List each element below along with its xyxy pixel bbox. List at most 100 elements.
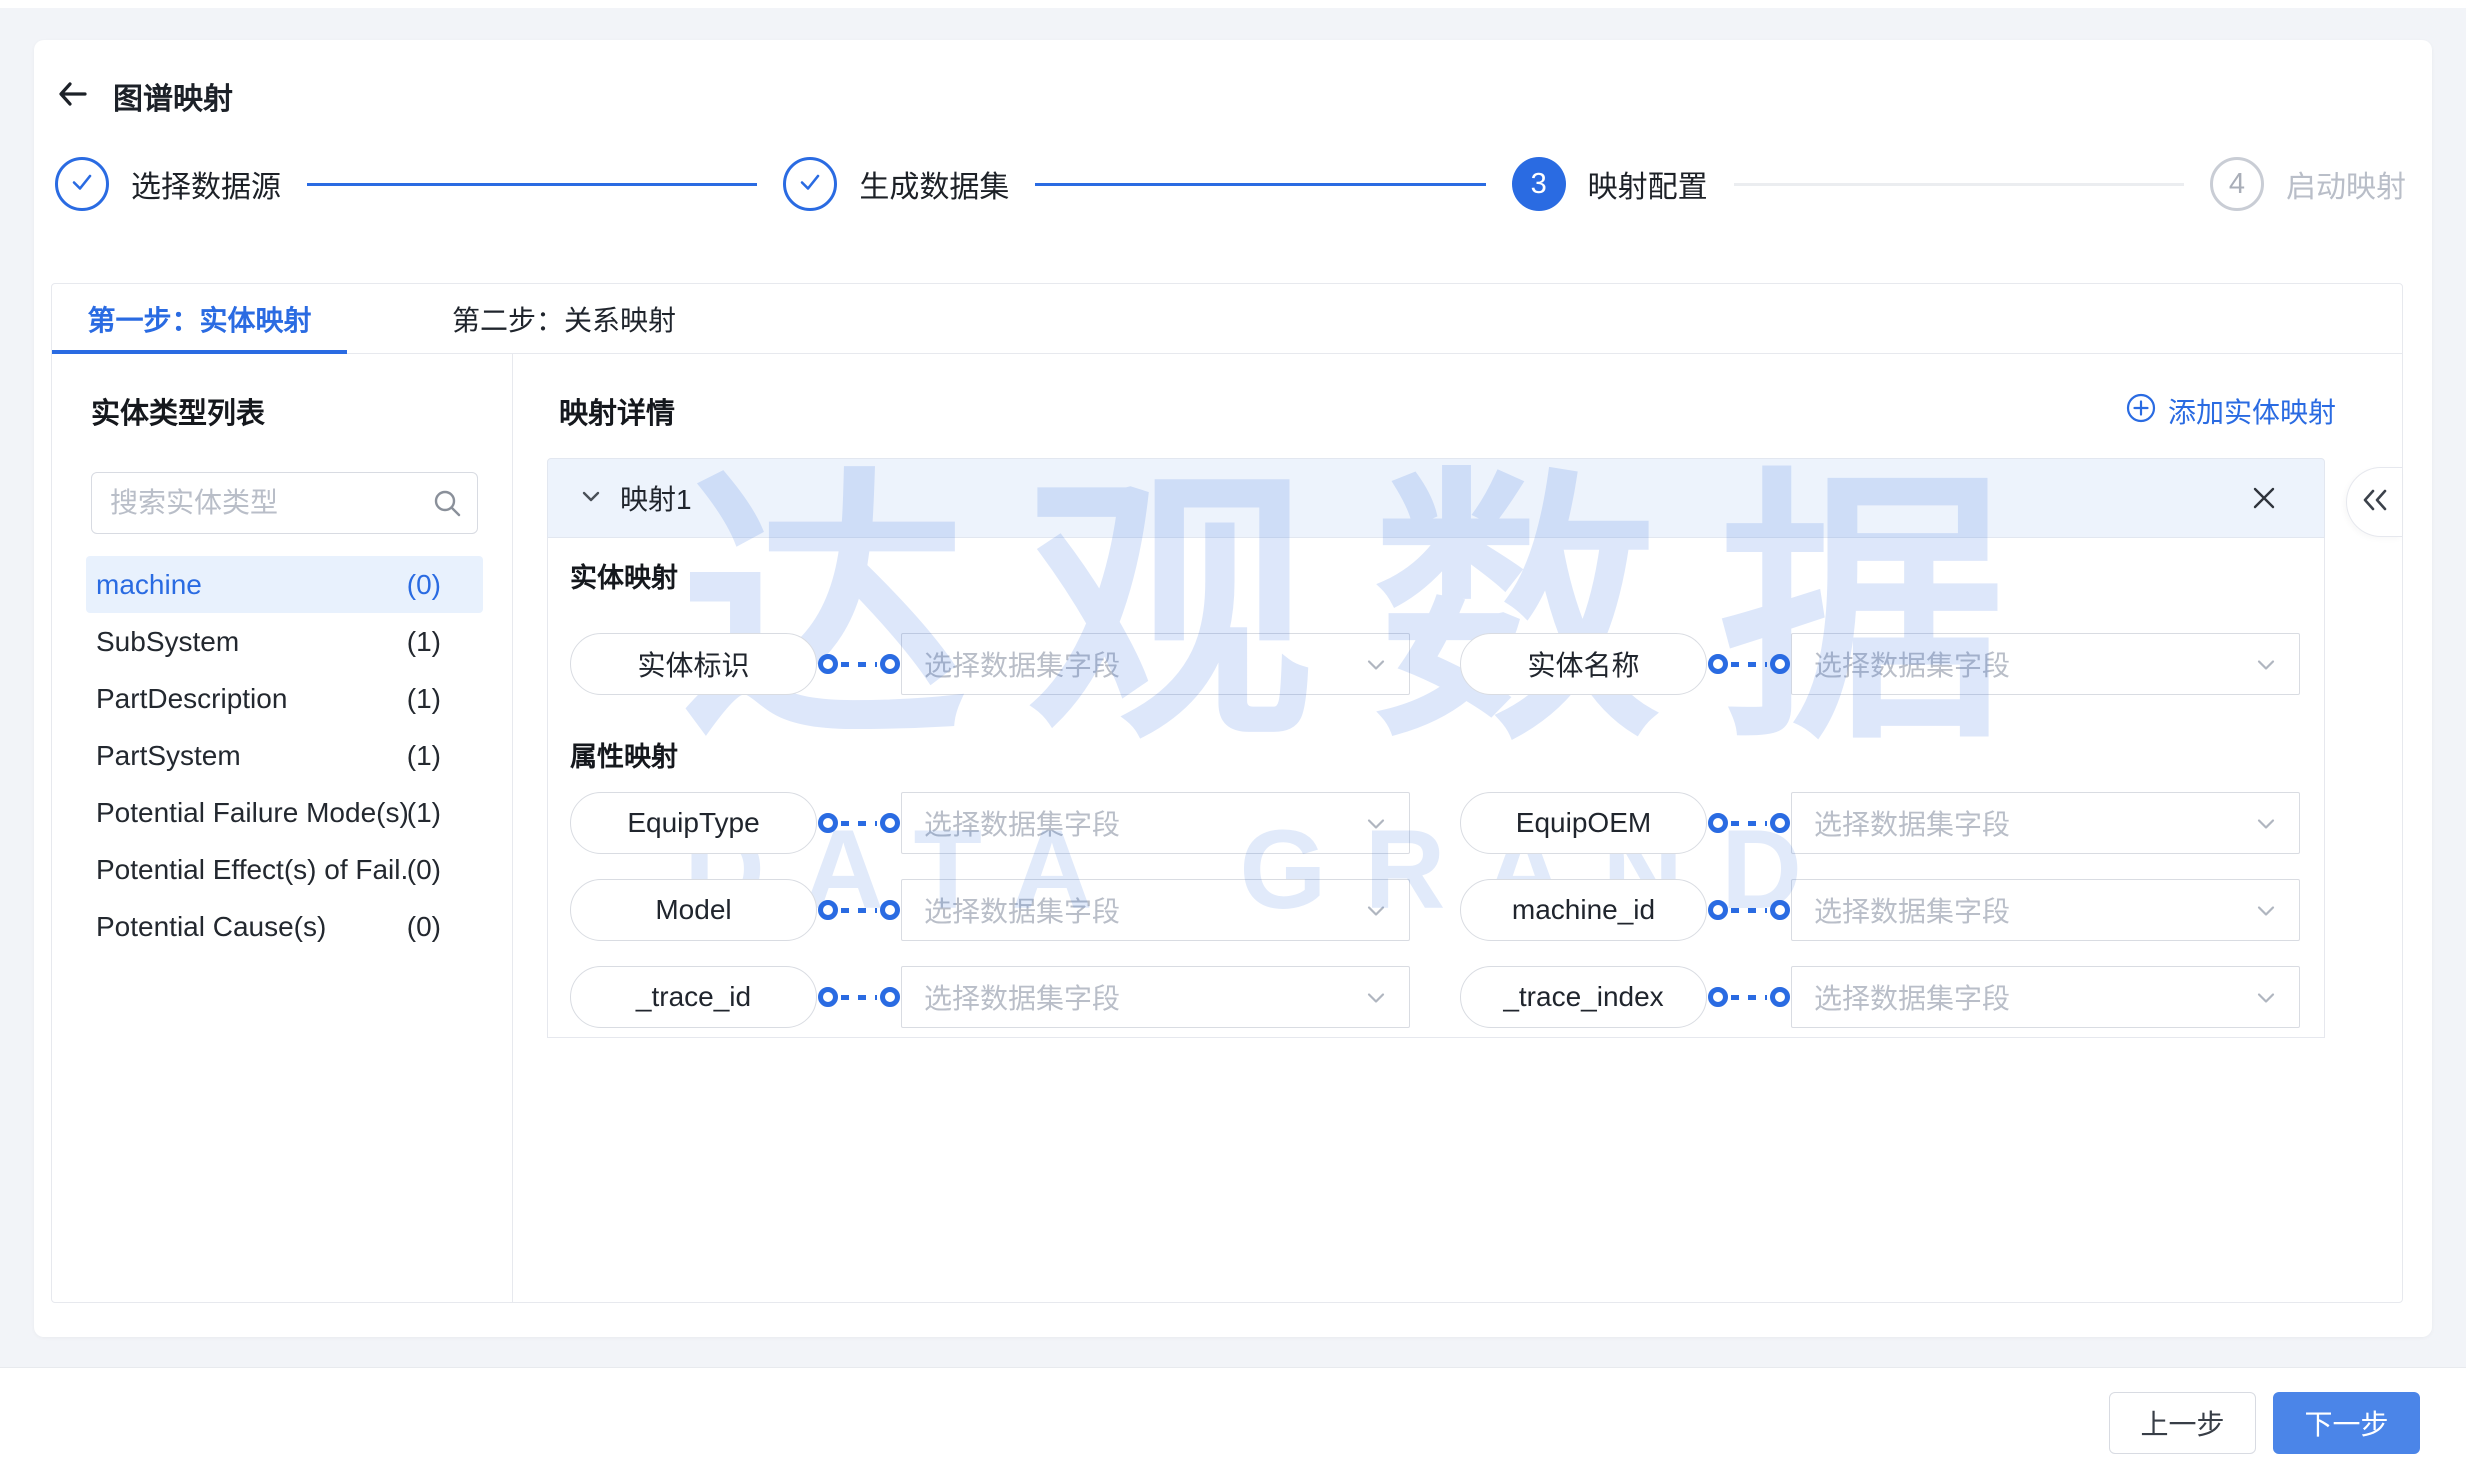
chevron-down-icon: [1363, 898, 1389, 929]
mapping-pair: EquipType 选择数据集字段: [570, 792, 1410, 854]
mapping-pair: 实体名称 选择数据集字段: [1460, 633, 2300, 695]
field-pill-entity-name: 实体名称: [1460, 633, 1707, 695]
item-count: (0): [407, 569, 441, 601]
chevron-down-icon[interactable]: [578, 483, 604, 514]
dataset-field-select[interactable]: 选择数据集字段: [901, 966, 1410, 1028]
footer-bar: 上一步 下一步: [0, 1367, 2466, 1478]
select-placeholder: 选择数据集字段: [1814, 803, 2010, 843]
item-count: (0): [407, 911, 441, 943]
mapping-pair: Model 选择数据集字段: [570, 879, 1410, 941]
mapping-connector: [818, 900, 900, 920]
tab-entity-mapping[interactable]: 第一步：实体映射: [52, 284, 347, 353]
chevron-down-icon: [2253, 652, 2279, 683]
list-item-subsystem[interactable]: SubSystem (1): [86, 613, 483, 670]
stepper: 选择数据源 生成数据集 3 映射配置 4 启动映射: [34, 156, 2432, 212]
mapping-panel-1: 映射1 实体映射 实体标识 选择数据集字段: [547, 458, 2325, 1038]
next-step-button[interactable]: 下一步: [2273, 1392, 2420, 1454]
item-count: (1): [407, 626, 441, 658]
step-3-circle: 3: [1512, 157, 1566, 211]
step-1-circle: [55, 157, 109, 211]
step-2-circle: [783, 157, 837, 211]
mapping-detail-area: 达观数据 DATA GRAND 映射详情 添加实体映射: [513, 354, 2402, 1302]
mapping-row-attr-3: _trace_id 选择数据集字段 _trace_index: [570, 966, 2300, 1028]
step-3-number: 3: [1531, 168, 1547, 201]
mapping-connector: [818, 813, 900, 833]
list-item-partdescription[interactable]: PartDescription (1): [86, 670, 483, 727]
item-count: (1): [407, 740, 441, 772]
mapping-pair: machine_id 选择数据集字段: [1460, 879, 2300, 941]
list-item-partsystem[interactable]: PartSystem (1): [86, 727, 483, 784]
mapping-row-attr-2: Model 选择数据集字段 machine_id: [570, 879, 2300, 941]
close-icon[interactable]: [2250, 484, 2278, 512]
mapping-panel-header[interactable]: 映射1: [547, 458, 2325, 538]
list-item-potential-causes[interactable]: Potential Cause(s) (0): [86, 898, 483, 955]
step-1-label: 选择数据源: [131, 162, 281, 206]
mapping-pair: _trace_index 选择数据集字段: [1460, 966, 2300, 1028]
list-item-potential-effects[interactable]: Potential Effect(s) of Fail... (0): [86, 841, 483, 898]
entity-type-list: machine (0) SubSystem (1) PartDescriptio…: [86, 556, 483, 955]
chevron-down-icon: [2253, 811, 2279, 842]
select-placeholder: 选择数据集字段: [1814, 644, 2010, 684]
main-header: 映射详情 添加实体映射: [513, 354, 2402, 432]
mapping-pair: 实体标识 选择数据集字段: [570, 633, 1410, 695]
top-strip: [0, 0, 2466, 8]
dataset-field-select[interactable]: 选择数据集字段: [1791, 792, 2300, 854]
dataset-field-select[interactable]: 选择数据集字段: [1791, 633, 2300, 695]
mapping-connector: [1708, 900, 1790, 920]
search-input[interactable]: [91, 472, 478, 534]
mapping-connector: [818, 987, 900, 1007]
mapping-row-attr-1: EquipType 选择数据集字段 EquipOEM: [570, 792, 2300, 854]
field-pill-trace-index: _trace_index: [1460, 966, 1707, 1028]
mapping-connector: [1708, 813, 1790, 833]
select-placeholder: 选择数据集字段: [924, 977, 1120, 1017]
field-pill-equipoem: EquipOEM: [1460, 792, 1707, 854]
dataset-field-select[interactable]: 选择数据集字段: [901, 792, 1410, 854]
dataset-field-select[interactable]: 选择数据集字段: [901, 633, 1410, 695]
field-pill-entity-id: 实体标识: [570, 633, 817, 695]
chevron-down-icon: [1363, 652, 1389, 683]
search-icon: [432, 488, 462, 523]
content-row: 实体类型列表 machine (0) SubSystem (1): [52, 354, 2402, 1302]
select-placeholder: 选择数据集字段: [924, 803, 1120, 843]
step-2: 生成数据集: [783, 157, 1009, 211]
field-pill-equiptype: EquipType: [570, 792, 817, 854]
tab-relation-mapping[interactable]: 第二步：关系映射: [452, 284, 676, 353]
mapping-connector: [818, 654, 900, 674]
mapping-pair: EquipOEM 选择数据集字段: [1460, 792, 2300, 854]
step-1: 选择数据源: [55, 157, 281, 211]
step-2-label: 生成数据集: [859, 162, 1009, 206]
step-4-number: 4: [2229, 168, 2245, 201]
collapse-panel-button[interactable]: [2346, 467, 2402, 537]
mapping-panel-title: 映射1: [620, 478, 692, 518]
dataset-field-select[interactable]: 选择数据集字段: [901, 879, 1410, 941]
item-name: machine: [96, 569, 202, 601]
dataset-field-select[interactable]: 选择数据集字段: [1791, 966, 2300, 1028]
chevron-down-icon: [1363, 811, 1389, 842]
plus-circle-icon: [2126, 393, 2156, 430]
add-entity-mapping-link[interactable]: 添加实体映射: [2126, 391, 2336, 431]
step-3-label: 映射配置: [1588, 162, 1708, 206]
step-connector-1: [307, 183, 757, 186]
page-header: 图谱映射: [34, 40, 2432, 118]
item-name: Potential Cause(s): [96, 911, 326, 943]
search-wrap: [91, 472, 478, 534]
item-name: Potential Effect(s) of Fail...: [96, 854, 407, 886]
back-button[interactable]: [55, 78, 91, 114]
mapping-detail-title: 映射详情: [559, 390, 675, 432]
mapping-pair: _trace_id 选择数据集字段: [570, 966, 1410, 1028]
item-count: (1): [407, 683, 441, 715]
dataset-field-select[interactable]: 选择数据集字段: [1791, 879, 2300, 941]
step-4-circle: 4: [2210, 157, 2264, 211]
step-3: 3 映射配置: [1512, 157, 1708, 211]
arrow-left-icon: [55, 76, 91, 117]
mapping-connector: [1708, 654, 1790, 674]
list-item-machine[interactable]: machine (0): [86, 556, 483, 613]
select-placeholder: 选择数据集字段: [924, 890, 1120, 930]
list-item-potential-failure-modes[interactable]: Potential Failure Mode(s) (1): [86, 784, 483, 841]
mapping-container: 第一步：实体映射 第二步：关系映射 实体类型列表 machine (0): [51, 283, 2403, 1303]
double-chevron-left-icon: [2358, 485, 2392, 520]
previous-step-button[interactable]: 上一步: [2109, 1392, 2256, 1454]
mapping-connector: [1708, 987, 1790, 1007]
main-card: 图谱映射 选择数据源 生成数据集 3 映射配置: [34, 40, 2432, 1337]
check-icon: [797, 169, 823, 200]
